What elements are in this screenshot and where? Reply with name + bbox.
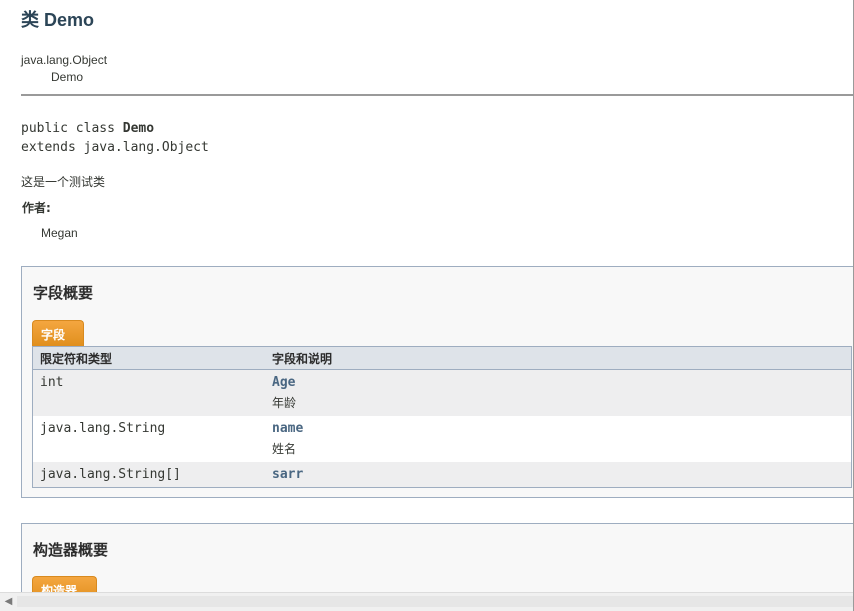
inheritance-child: Demo bbox=[51, 70, 84, 84]
constructor-summary-block: 构造器概要 构造器 bbox=[21, 523, 853, 592]
field-link-sarr[interactable]: sarr bbox=[272, 467, 851, 482]
field-summary-block: 字段概要 字段 限定符和类型 字段和说明 int Age 年龄 java.lan… bbox=[21, 266, 853, 498]
table-row: java.lang.String name 姓名 bbox=[32, 416, 852, 462]
horizontal-scrollbar[interactable]: ◀ bbox=[0, 592, 853, 611]
tab-constructors[interactable]: 构造器 bbox=[32, 576, 97, 592]
scroll-left-icon[interactable]: ◀ bbox=[0, 593, 17, 611]
class-signature: public class Demo extends java.lang.Obje… bbox=[21, 119, 209, 157]
tab-fields[interactable]: 字段 bbox=[32, 320, 84, 346]
field-summary-table: 限定符和类型 字段和说明 int Age 年龄 java.lang.String bbox=[32, 346, 852, 488]
field-type: java.lang.String[] bbox=[32, 462, 265, 488]
author-name: Megan bbox=[41, 226, 78, 240]
column-header-type: 限定符和类型 bbox=[32, 346, 265, 370]
field-cell: name 姓名 bbox=[265, 416, 852, 462]
page-content: 类 Demo java.lang.Object Demo public clas… bbox=[0, 0, 853, 592]
field-description: 姓名 bbox=[272, 442, 297, 456]
field-type: int bbox=[32, 369, 265, 416]
inheritance-parent: java.lang.Object bbox=[21, 53, 108, 67]
field-cell: sarr bbox=[265, 462, 852, 488]
table-row: int Age 年龄 bbox=[32, 369, 852, 416]
column-header-field: 字段和说明 bbox=[265, 346, 852, 370]
constructor-summary-heading: 构造器概要 bbox=[33, 541, 109, 559]
field-cell: Age 年龄 bbox=[265, 369, 852, 416]
field-type: java.lang.String bbox=[32, 416, 265, 462]
divider bbox=[21, 94, 853, 96]
signature-prefix: public class bbox=[21, 121, 123, 136]
scrollbar-thumb[interactable] bbox=[17, 596, 853, 607]
author-label: 作者: bbox=[22, 201, 51, 215]
javadoc-viewport: 类 Demo java.lang.Object Demo public clas… bbox=[0, 0, 854, 611]
page-title: 类 Demo bbox=[21, 10, 95, 30]
field-description: 年龄 bbox=[272, 396, 297, 410]
signature-extends: extends java.lang.Object bbox=[21, 140, 209, 155]
table-row: java.lang.String[] sarr bbox=[32, 462, 852, 488]
signature-class-name: Demo bbox=[122, 121, 155, 136]
field-summary-heading: 字段概要 bbox=[33, 284, 94, 302]
class-description: 这是一个测试类 bbox=[21, 175, 106, 189]
field-link-age[interactable]: Age bbox=[272, 375, 851, 390]
table-header-row: 限定符和类型 字段和说明 bbox=[32, 346, 852, 370]
inheritance-tree: java.lang.Object Demo bbox=[21, 52, 107, 86]
field-link-name[interactable]: name bbox=[272, 421, 851, 436]
